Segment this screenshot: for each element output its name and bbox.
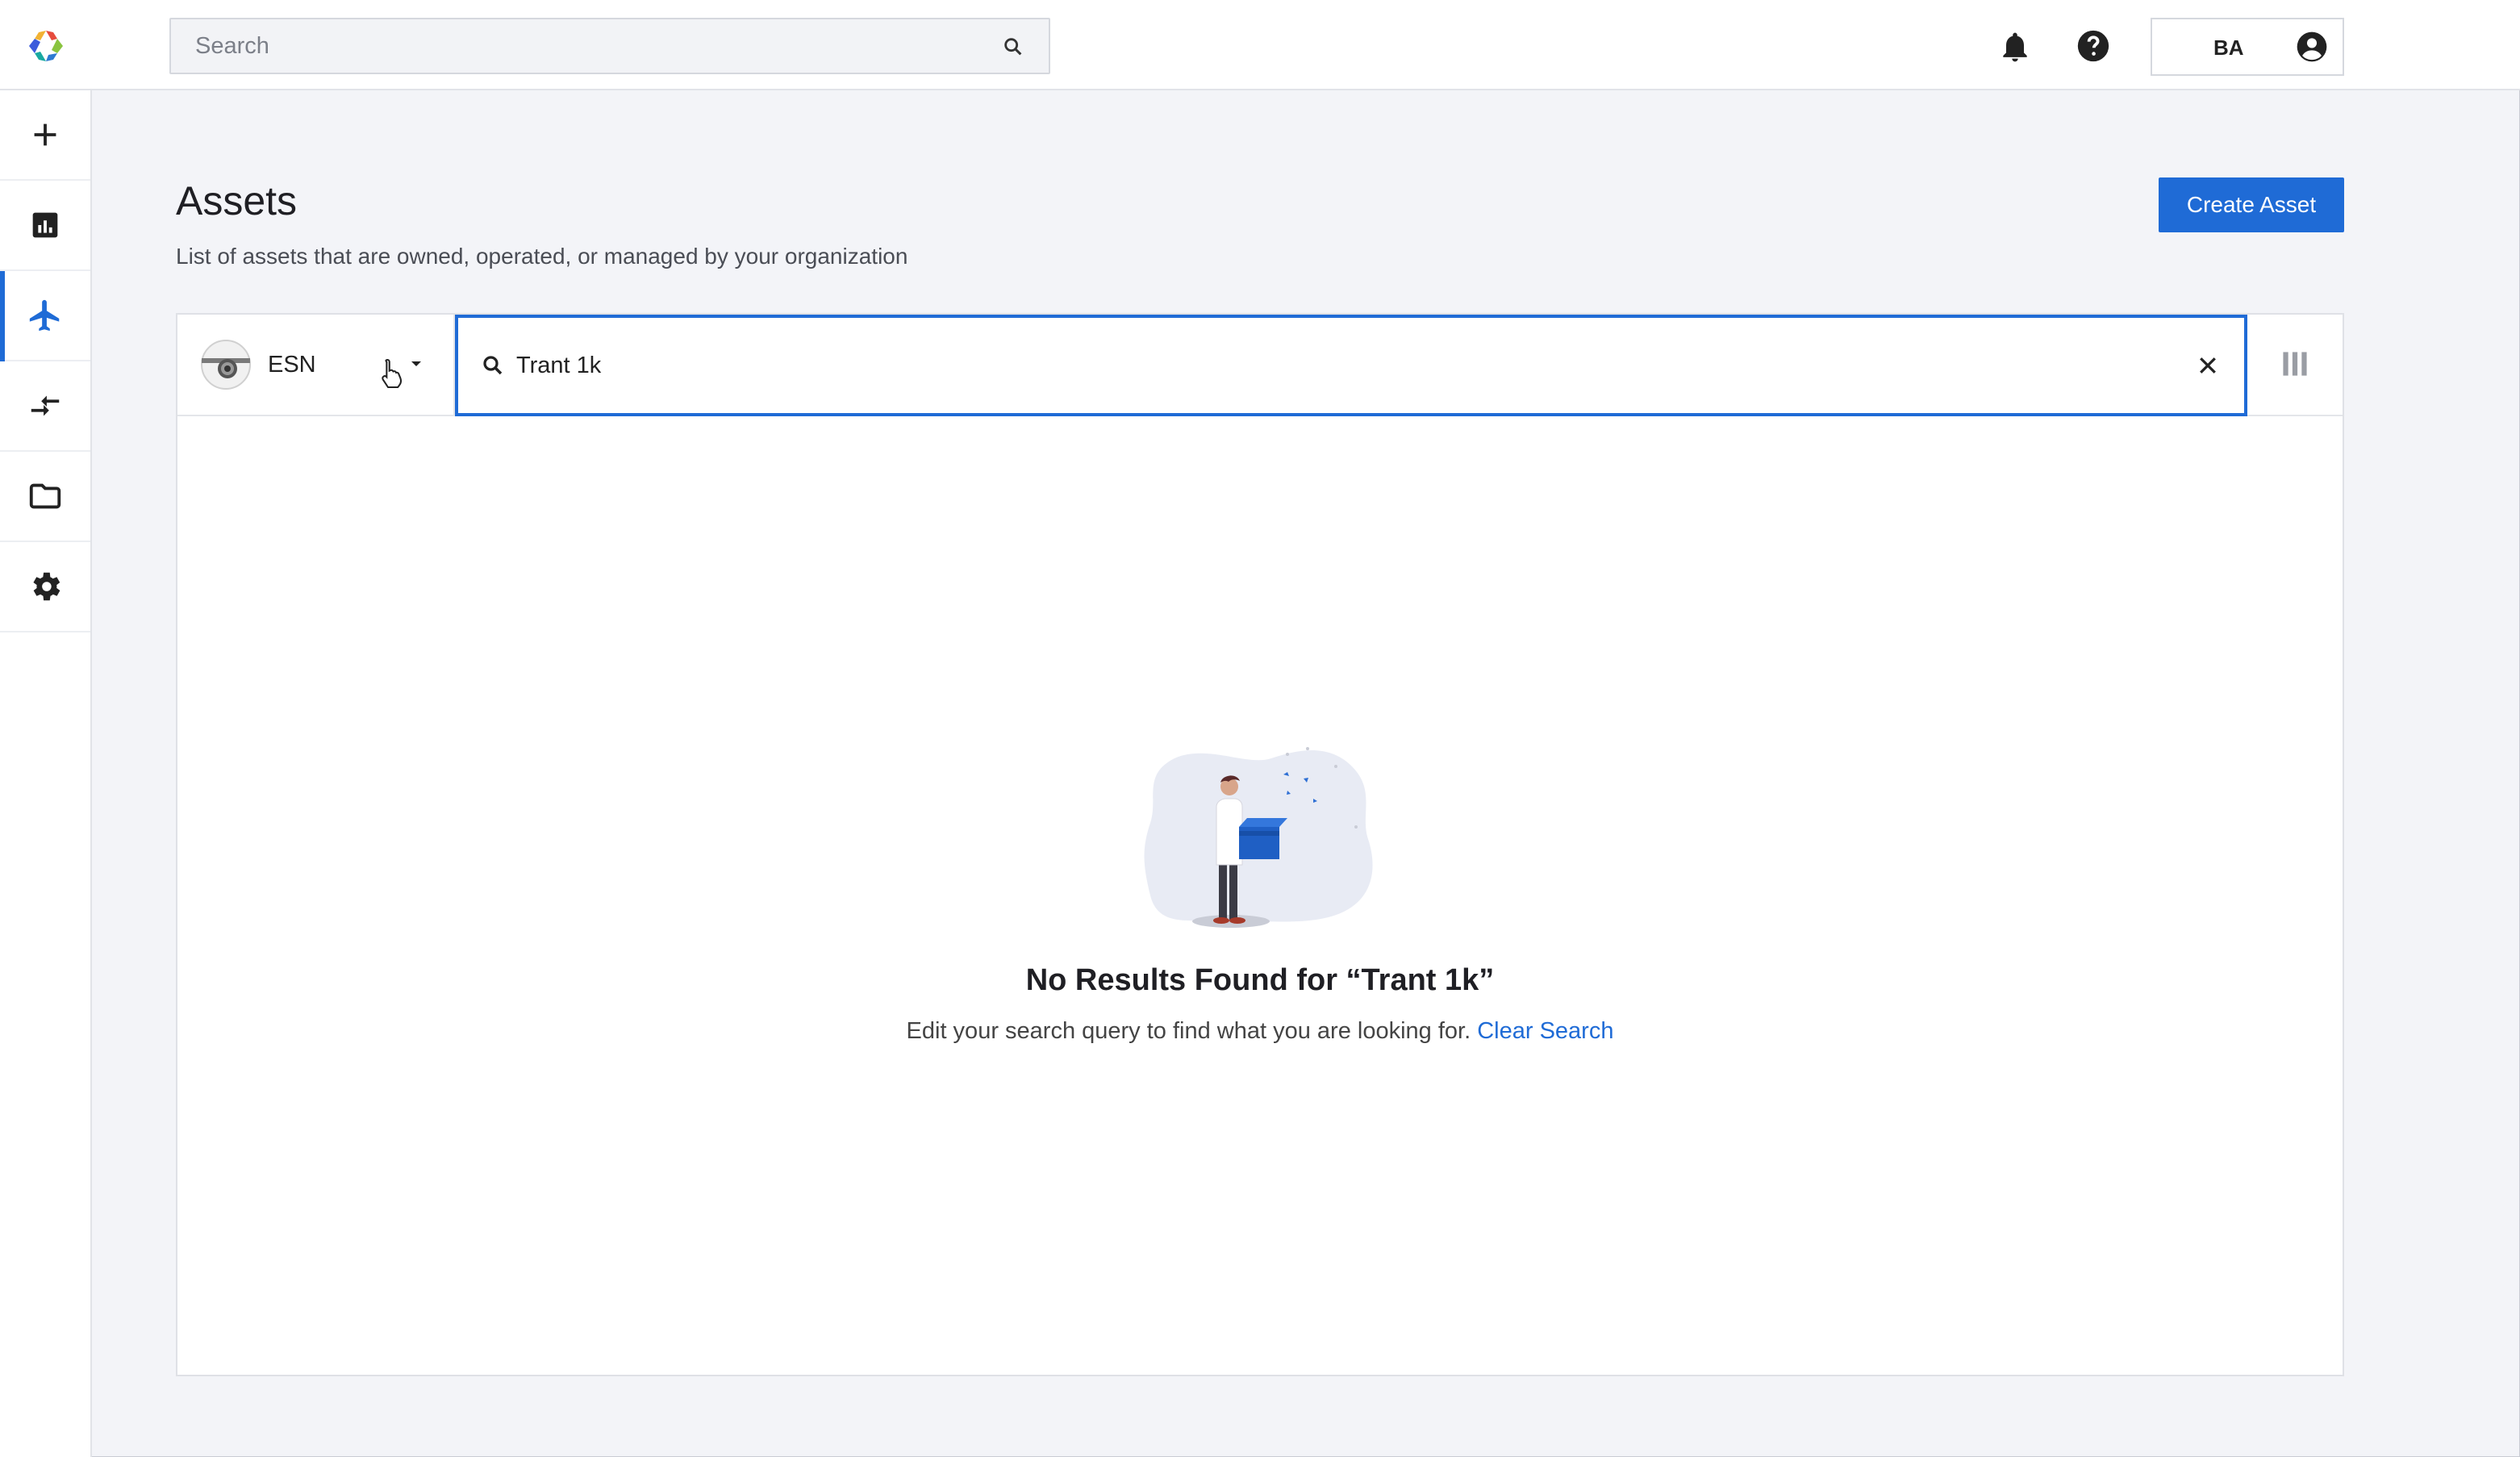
transfer-arrows-icon bbox=[31, 395, 60, 416]
folder-icon bbox=[29, 483, 61, 509]
empty-state-message: Edit your search query to find what you … bbox=[177, 1018, 2343, 1045]
account-circle-icon bbox=[2297, 31, 2327, 62]
bar-chart-icon bbox=[32, 212, 58, 238]
page-title: Assets bbox=[176, 178, 298, 223]
search-icon[interactable] bbox=[1002, 35, 1024, 58]
sidebar-item-settings[interactable] bbox=[0, 542, 90, 632]
bell-icon[interactable] bbox=[1997, 29, 2033, 65]
user-initials: BA bbox=[2213, 35, 2244, 60]
app-logo-icon[interactable] bbox=[27, 29, 65, 63]
airplane-icon bbox=[29, 299, 60, 332]
create-asset-button[interactable]: Create Asset bbox=[2159, 177, 2344, 232]
help-icon[interactable] bbox=[2075, 27, 2112, 65]
search-field-selector[interactable]: ESN bbox=[177, 315, 455, 415]
assets-toolbar: ESN bbox=[177, 315, 2343, 416]
close-icon[interactable] bbox=[2196, 353, 2220, 378]
sidebar-item-assets[interactable] bbox=[0, 271, 90, 361]
sidebar-item-transfers[interactable] bbox=[0, 361, 90, 452]
empty-state-illustration bbox=[1144, 747, 1373, 928]
hand-cursor-icon bbox=[382, 358, 402, 389]
page-subtitle: List of assets that are owned, operated,… bbox=[176, 244, 908, 269]
asset-search-input[interactable] bbox=[516, 342, 2130, 389]
assets-panel: ESN Trant 1k No Results Found for “Trant… bbox=[176, 313, 2344, 1376]
empty-state-text: Edit your search query to find what you … bbox=[906, 1018, 1471, 1044]
columns-icon[interactable] bbox=[2275, 344, 2315, 384]
gear-icon bbox=[33, 572, 60, 601]
chevron-down-icon bbox=[411, 361, 421, 366]
asset-search[interactable] bbox=[455, 315, 2247, 416]
engine-icon bbox=[201, 340, 251, 390]
user-menu[interactable]: BA bbox=[2151, 18, 2344, 76]
global-search-input[interactable] bbox=[171, 19, 945, 73]
plus-icon bbox=[34, 123, 56, 146]
sidebar bbox=[0, 90, 92, 1457]
sidebar-item-add[interactable] bbox=[0, 90, 90, 181]
global-search[interactable] bbox=[169, 18, 1050, 74]
empty-state-title: No Results Found for “Trant 1k” bbox=[1025, 963, 1495, 997]
clear-search-link[interactable]: Clear Search bbox=[1477, 1018, 1613, 1044]
search-field-label: ESN bbox=[268, 352, 316, 378]
sidebar-item-documents[interactable] bbox=[0, 452, 90, 542]
sidebar-item-dashboard[interactable] bbox=[0, 181, 90, 271]
search-icon bbox=[483, 356, 503, 375]
top-bar: BA bbox=[0, 0, 2520, 90]
